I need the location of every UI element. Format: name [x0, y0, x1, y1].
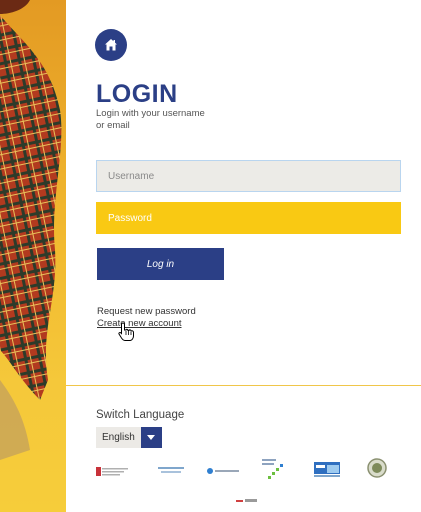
- request-password-link[interactable]: Request new password: [97, 306, 196, 317]
- create-account-link[interactable]: Create new account: [97, 318, 182, 329]
- chevron-down-icon[interactable]: [140, 427, 162, 448]
- language-selected-value: English: [96, 427, 141, 448]
- partner-logo-3: [207, 468, 239, 474]
- partner-logos: [96, 458, 408, 486]
- section-divider: [66, 385, 421, 386]
- home-icon: [105, 39, 117, 51]
- page-subtitle: Login with your username or email: [96, 108, 205, 131]
- bottom-logo: [236, 499, 257, 502]
- username-input[interactable]: [96, 160, 401, 192]
- login-button[interactable]: Log in: [97, 248, 224, 280]
- password-input[interactable]: [96, 202, 401, 234]
- partner-logo-2: [158, 467, 184, 473]
- decorative-tartan-image: [0, 0, 66, 512]
- language-title: Switch Language: [96, 409, 185, 421]
- seal-logo: [367, 458, 387, 478]
- home-button[interactable]: [95, 29, 127, 61]
- page-title: LOGIN: [96, 80, 178, 108]
- language-select[interactable]: English: [96, 427, 162, 448]
- partner-logo-1: [96, 467, 128, 476]
- fla-logo: [314, 462, 340, 477]
- hand-cursor-icon: [118, 322, 134, 341]
- partner-logo-4: [262, 459, 283, 479]
